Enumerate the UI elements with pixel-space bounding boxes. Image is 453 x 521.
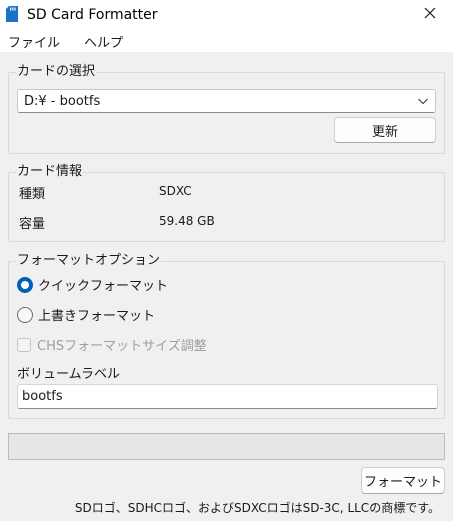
close-icon xyxy=(424,7,436,23)
overwrite-format-label: 上書きフォーマット xyxy=(38,309,156,324)
trademark-note: SDロゴ、SDHCロゴ、およびSDXCロゴはSD-3C, LLCの商標です。 xyxy=(74,501,440,515)
quick-format-label: クイックフォーマット xyxy=(38,279,169,294)
radio-unchecked-icon xyxy=(17,306,33,323)
card-type-label: 種類 xyxy=(19,187,46,202)
close-button[interactable] xyxy=(407,0,453,30)
volume-label-input[interactable]: bootfs xyxy=(17,384,438,409)
card-type-value: SDXC xyxy=(159,184,192,198)
sd-card-formatter-window: SD Card Formatter ファイル ヘルプ カードの選択 D:¥ - … xyxy=(0,0,453,521)
menu-help[interactable]: ヘルプ xyxy=(76,32,131,51)
window-title: SD Card Formatter xyxy=(27,7,158,23)
checkbox-icon xyxy=(17,337,31,352)
card-select-group: カードの選択 D:¥ - bootfs 更新 xyxy=(8,64,445,154)
menu-bar: ファイル ヘルプ xyxy=(0,30,453,52)
volume-label-title: ボリュームラベル xyxy=(17,367,120,382)
card-capacity-value: 59.48 GB xyxy=(159,214,215,228)
radio-checked-icon xyxy=(17,276,33,293)
refresh-button[interactable]: 更新 xyxy=(334,117,436,143)
card-info-legend: カード情報 xyxy=(16,164,84,180)
format-options-legend: フォーマットオプション xyxy=(16,253,162,269)
card-select-legend: カードの選択 xyxy=(16,64,97,80)
progress-bar xyxy=(8,433,445,460)
overwrite-format-radio[interactable]: 上書きフォーマット xyxy=(17,305,155,324)
card-info-group: カード情報 種類 SDXC 容量 59.48 GB xyxy=(8,164,445,242)
menu-file[interactable]: ファイル xyxy=(0,32,68,51)
title-bar: SD Card Formatter xyxy=(0,0,453,30)
card-dropdown-value: D:¥ - bootfs xyxy=(24,93,101,109)
format-button[interactable]: フォーマット xyxy=(361,467,445,494)
card-capacity-label: 容量 xyxy=(19,217,46,232)
chs-adjust-checkbox[interactable]: CHSフォーマットサイズ調整 xyxy=(17,335,207,354)
format-options-group: フォーマットオプション クイックフォーマット 上書きフォーマット CHSフォーマ… xyxy=(8,253,445,419)
sd-card-icon xyxy=(6,6,18,22)
card-dropdown[interactable]: D:¥ - bootfs xyxy=(17,89,436,113)
chs-adjust-label: CHSフォーマットサイズ調整 xyxy=(37,339,207,354)
quick-format-radio[interactable]: クイックフォーマット xyxy=(17,275,168,294)
chevron-down-icon xyxy=(417,95,429,107)
